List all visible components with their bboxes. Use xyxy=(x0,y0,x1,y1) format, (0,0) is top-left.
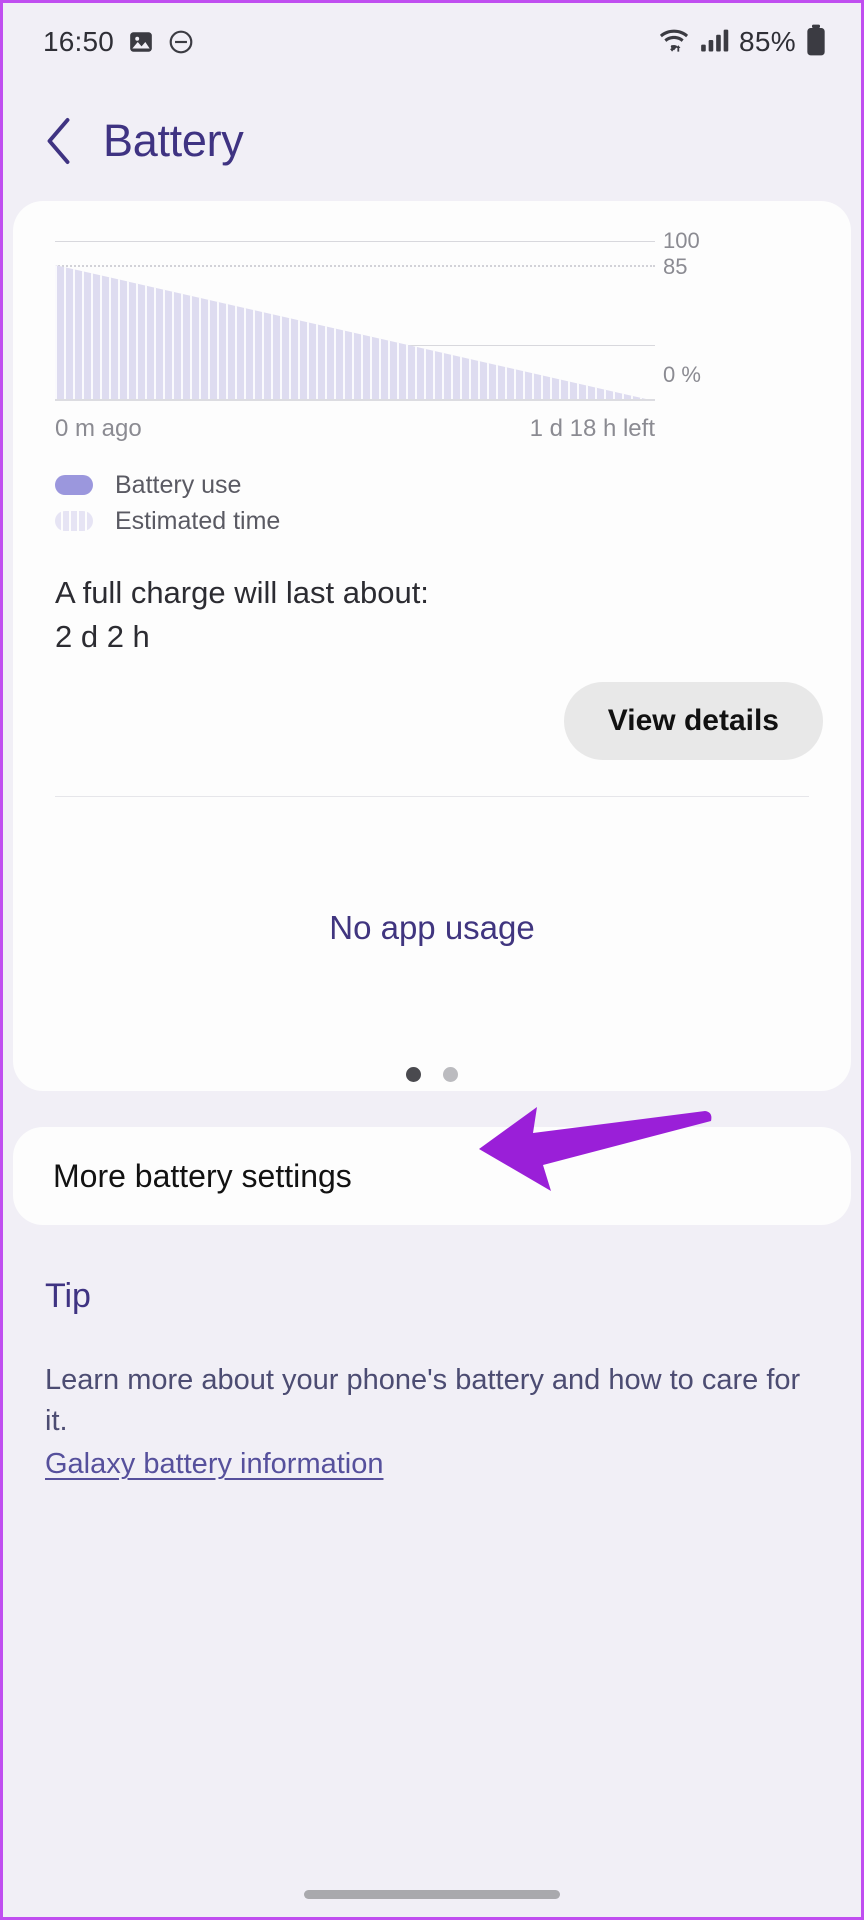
legend-swatch-battery-use xyxy=(55,475,93,495)
purple-arrow-annotation-icon xyxy=(473,1093,713,1208)
full-charge-value: 2 d 2 h xyxy=(55,619,150,655)
battery-icon xyxy=(805,24,827,61)
home-gesture-bar[interactable] xyxy=(304,1890,560,1899)
battery-percent-label: 85% xyxy=(739,26,796,57)
tip-section: Tip Learn more about your phone's batter… xyxy=(3,1225,861,1481)
legend-label-battery-use: Battery use xyxy=(115,470,242,499)
page-indicator-dots[interactable] xyxy=(13,1066,851,1082)
page-dot-1[interactable] xyxy=(406,1066,421,1082)
x-tick-start: 0 m ago xyxy=(55,415,142,442)
legend-item-battery-use: Battery use xyxy=(55,467,851,503)
galaxy-battery-information-link[interactable]: Galaxy battery information xyxy=(45,1448,383,1481)
wifi-icon xyxy=(657,26,691,59)
status-bar-left: 16:50 xyxy=(43,26,194,58)
chevron-left-icon[interactable] xyxy=(43,117,77,165)
title-bar: Battery xyxy=(3,81,861,201)
chart-plot-area: 100 85 xyxy=(55,228,700,401)
do-not-disturb-icon xyxy=(168,29,194,55)
y-tick-100: 100 xyxy=(663,228,700,253)
tip-heading: Tip xyxy=(45,1277,91,1315)
tip-body-text: Learn more about your phone's battery an… xyxy=(45,1364,801,1438)
legend-item-estimated-time: Estimated time xyxy=(55,503,851,539)
legend-swatch-estimated-time xyxy=(55,511,93,531)
view-details-row: View details xyxy=(13,658,851,760)
y-tick-85: 85 xyxy=(663,254,688,279)
card-divider xyxy=(55,795,809,797)
chart-x-axis-labels: 0 m ago 1 d 18 h left xyxy=(55,415,655,443)
chart-legend: Battery use Estimated time xyxy=(55,467,851,539)
full-charge-estimate: A full charge will last about: 2 d 2 h xyxy=(55,573,851,658)
more-battery-settings-label: More battery settings xyxy=(53,1157,352,1194)
phone-screen: 16:50 85% Battery 100 85 0 % 0 m ago 1 d… xyxy=(0,0,864,1920)
status-bar-clock: 16:50 xyxy=(43,26,115,57)
no-app-usage-label: No app usage xyxy=(329,908,535,946)
image-icon xyxy=(128,29,154,55)
y-tick-0: 0 % xyxy=(663,362,701,387)
chart-series-estimated-time xyxy=(55,265,655,401)
full-charge-label: A full charge will last about: xyxy=(55,575,429,610)
chart-area-fill xyxy=(55,265,655,401)
page-title: Battery xyxy=(103,115,244,166)
page-dot-2[interactable] xyxy=(443,1066,458,1082)
cellular-signal-icon xyxy=(700,27,730,58)
status-bar: 16:50 85% xyxy=(3,3,861,81)
battery-chart: 100 85 0 % 0 m ago 1 d 18 h left xyxy=(13,201,851,443)
chart-baseline xyxy=(55,399,655,401)
legend-label-estimated-time: Estimated time xyxy=(115,506,281,535)
status-bar-right: 85% xyxy=(657,24,827,61)
gridline-100 xyxy=(55,241,655,242)
battery-summary-card: 100 85 0 % 0 m ago 1 d 18 h left Battery… xyxy=(13,201,851,1091)
more-battery-settings-row[interactable]: More battery settings xyxy=(13,1107,851,1225)
x-tick-end: 1 d 18 h left xyxy=(529,415,655,442)
view-details-button[interactable]: View details xyxy=(563,681,823,760)
